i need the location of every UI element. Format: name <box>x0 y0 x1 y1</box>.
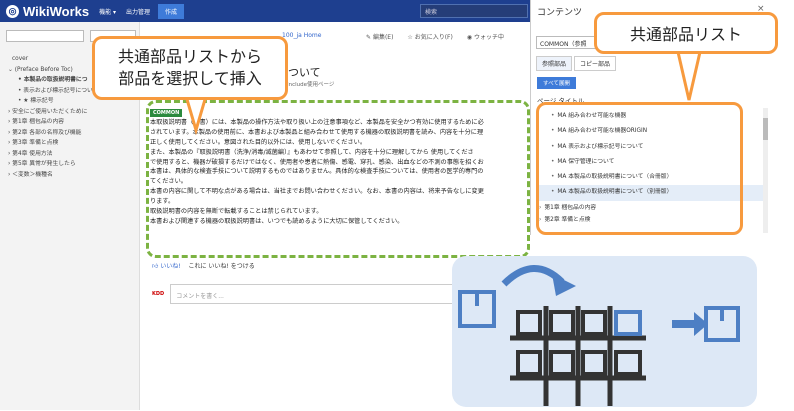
callout-select-insert: 共通部品リストから 部品を選択して挿入 <box>92 36 288 100</box>
body-paragraph: されています。本製品の使用前に、本書および本製品と組み合わせて使用する機器の取扱… <box>150 128 484 136</box>
scrollbar-thumb[interactable] <box>763 118 768 140</box>
sidebar-item[interactable]: › 第3章 準備と点検 <box>8 138 138 149</box>
nav-output-management[interactable]: 出力管理 <box>126 7 150 16</box>
body-paragraph: 取扱説明書の内容を無断で転載することは禁じられています。 <box>150 208 323 216</box>
pencil-icon: ✎ <box>366 34 373 41</box>
favorite-button[interactable]: ☆ お気に入り(F) <box>407 32 452 41</box>
star-icon: ☆ <box>407 34 415 41</box>
callout-text: 共通部品リスト <box>629 25 742 44</box>
like-row: 👍︎ いいね! これに いいね! をつける <box>152 261 255 270</box>
parts-list-scrollbar[interactable] <box>763 108 768 233</box>
body-paragraph: で使用すると、機器が破損するだけではなく、使用者や患者に熱傷、感電、穿孔、感染、… <box>150 158 484 166</box>
like-button[interactable]: 👍︎ いいね! <box>152 263 181 270</box>
panel-title: コンテンツ <box>537 8 583 18</box>
logo-icon: ◎ <box>6 4 19 18</box>
body-paragraph: 本取扱説明書（本書）には、本製品の操作方法や取り扱い上の注意事項など、本製品を安… <box>150 118 484 126</box>
tab-copy-parts[interactable]: コピー部品 <box>574 56 617 71</box>
page-body: COMMON 本取扱説明書（本書）には、本製品の操作方法や取り扱い上の注意事項な… <box>150 108 530 248</box>
callout-line: 部品を選択して挿入 <box>118 69 262 88</box>
include-pages-link[interactable]: Include使用ページ <box>280 80 334 88</box>
sidebar-item[interactable]: › ＜変数＞機種名 <box>8 170 138 181</box>
expand-all-button[interactable]: すべて展開 <box>537 77 576 89</box>
avatar: KDD <box>152 291 165 297</box>
expand-chevron-icon: ⌄ <box>8 66 15 73</box>
watch-button[interactable]: ◉ ウォッチ中 <box>467 32 504 41</box>
sidebar-item[interactable]: › 第4章 使用方法 <box>8 149 138 160</box>
callout-common-list: 共通部品リスト <box>594 12 778 54</box>
body-paragraph: 本書は、具体的な検査手技について説明するものではありません。具体的な検査手技につ… <box>150 168 484 176</box>
boxes-grid-icon <box>458 265 740 406</box>
eye-icon: ◉ <box>466 34 475 41</box>
edit-button[interactable]: ✎ 編集(E) <box>366 32 393 41</box>
tab-reference-parts[interactable]: 参照部品 <box>536 56 573 71</box>
logo-text: WikiWorks <box>23 3 90 19</box>
top-navigation-bar: ◎ WikiWorks 機能 ▾ 出力管理 作成 検索 <box>0 0 530 22</box>
like-text: これに いいね! をつける <box>188 263 255 270</box>
body-paragraph: 本書および関連する機器の取扱説明書は、いつでも読めるように大切に保管してください… <box>150 217 404 225</box>
sidebar-item[interactable]: › 第2章 各部の名称及び機能 <box>8 128 138 139</box>
create-button[interactable]: 作成 <box>158 3 185 19</box>
common-part-badge: COMMON <box>150 109 183 117</box>
callout-line: 共通部品リストから <box>117 47 262 66</box>
wikiworks-logo[interactable]: ◎ WikiWorks <box>6 4 89 19</box>
sidebar-item[interactable]: › 第1章 梱包品の内容 <box>8 117 138 128</box>
body-paragraph: また、本製品の『取扱説明書（洗浄/消毒/滅菌編）』もあわせて参照して、内容を十分… <box>150 148 474 156</box>
body-paragraph: 正しく使用してください。意図された目的以外には、使用しないでください。 <box>150 138 367 146</box>
body-paragraph: 本書の内容に関して不明な点がある場合は、当社までお問い合わせください。なお、本書… <box>150 188 484 196</box>
search-input[interactable]: 検索 <box>420 4 528 18</box>
sidebar-item[interactable]: › 第5章 異常が発生したら <box>8 159 138 170</box>
sidebar-item[interactable]: › 安全にご使用いただくために <box>8 107 138 118</box>
parts-list-highlight <box>536 102 743 235</box>
parts-reuse-illustration <box>452 256 757 407</box>
page-actions: ✎ 編集(E) ☆ お気に入り(F) ◉ ウォッチ中 <box>366 32 504 41</box>
sidebar-filter-input[interactable] <box>6 30 84 42</box>
page-title: ついて <box>288 66 321 79</box>
comment-row: KDD コメントを書く... <box>152 284 487 304</box>
breadcrumb[interactable]: 100_ja Home <box>282 32 321 39</box>
parts-tabs: 参照部品 コピー部品 <box>536 56 618 71</box>
thumbs-up-icon: 👍︎ <box>152 263 161 270</box>
body-paragraph: ります。 <box>150 198 175 206</box>
comment-input[interactable]: コメントを書く... <box>170 284 487 304</box>
body-paragraph: てください。 <box>150 178 187 186</box>
nav-features-menu[interactable]: 機能 ▾ <box>99 7 116 16</box>
